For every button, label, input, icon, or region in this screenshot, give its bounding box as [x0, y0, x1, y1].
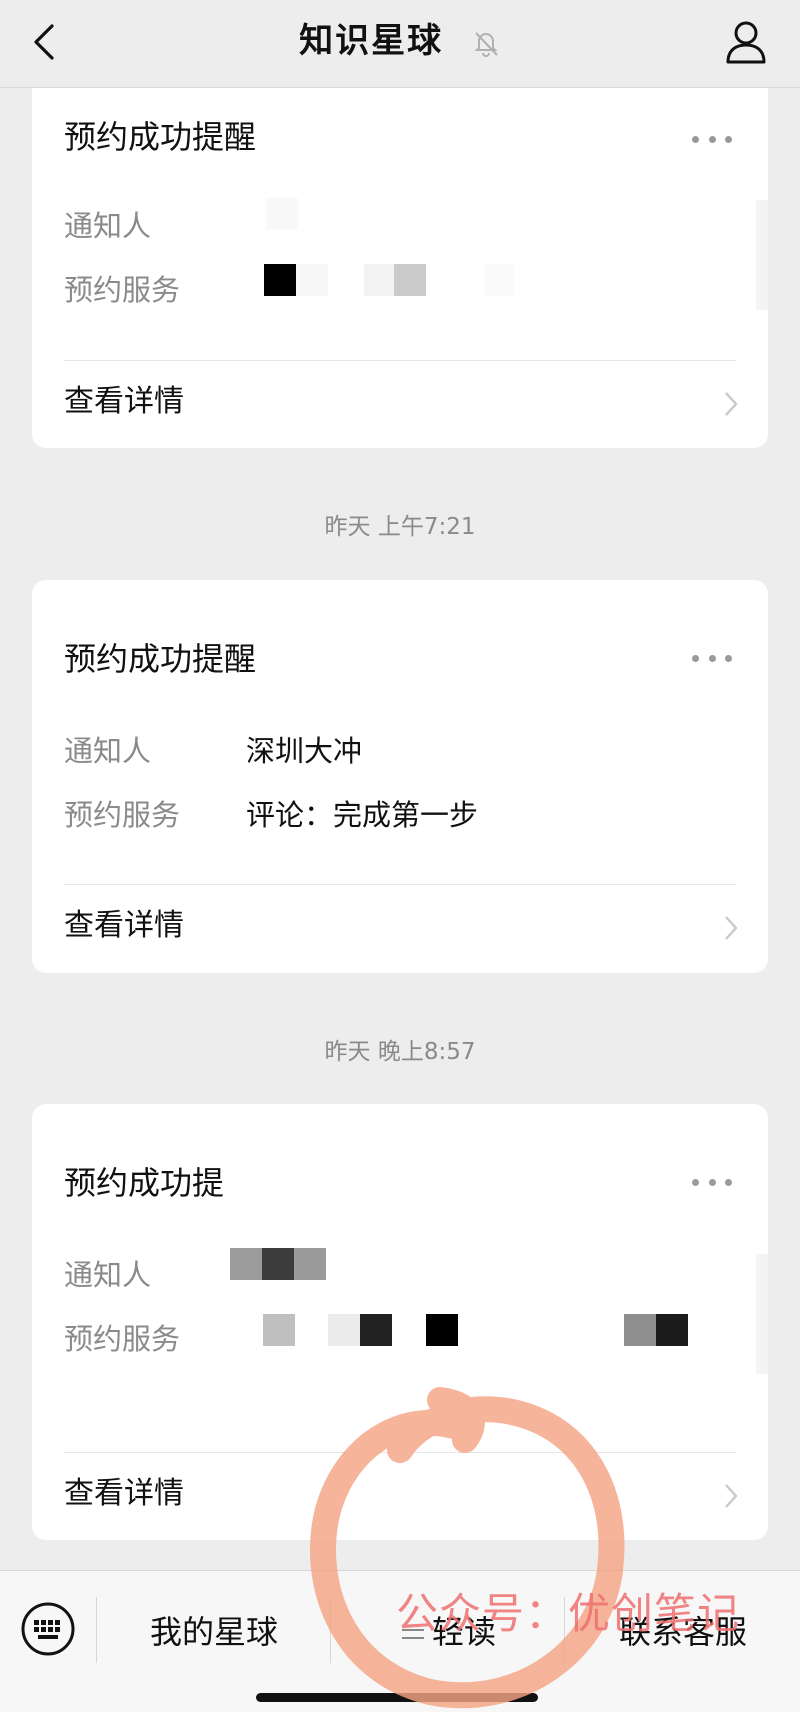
redacted-block — [262, 1248, 294, 1280]
redacted-block — [328, 1314, 360, 1346]
view-details-link[interactable]: 查看详情 — [32, 1452, 768, 1540]
redacted-block — [360, 1314, 392, 1346]
menu-separator — [96, 1597, 97, 1663]
field-label-notify: 通知人 — [64, 1258, 152, 1292]
chevron-right-icon — [725, 392, 738, 416]
view-details-label: 查看详情 — [64, 1476, 184, 1511]
dot — [708, 135, 716, 143]
view-details-link[interactable]: 查看详情 — [32, 884, 768, 972]
nav-header: 知识星球 — [0, 0, 800, 88]
card-title: 预约成功提醒 — [64, 118, 257, 156]
redacted-block — [264, 264, 296, 296]
dot — [725, 135, 732, 143]
redacted-block — [266, 198, 298, 230]
dot — [708, 1178, 716, 1186]
dot — [692, 135, 699, 143]
more-options-button[interactable] — [692, 651, 732, 665]
redacted-block — [426, 1314, 458, 1346]
home-indicator — [256, 1693, 538, 1702]
dot — [692, 654, 699, 662]
redacted-block — [296, 264, 328, 296]
side-handle — [756, 200, 768, 310]
page-title-wrap: 知识星球 — [0, 18, 800, 64]
card-title: 预约成功提 — [64, 1164, 225, 1202]
menu-separator — [564, 1597, 565, 1663]
field-label-service: 预约服务 — [64, 273, 181, 307]
dot — [725, 654, 732, 662]
notification-card-2: 预约成功提醒 通知人 深圳大冲 预约服务 评论：完成第一步 查看详情 — [32, 580, 768, 973]
dot — [692, 1178, 699, 1186]
menu-light-read[interactable]: 轻读 — [332, 1607, 564, 1657]
redacted-block — [624, 1314, 656, 1346]
bottom-menu-bar: 我的星球 轻读 联系客服 — [0, 1570, 800, 1712]
field-value-service: 评论：完成第一步 — [246, 798, 479, 832]
message-timestamp: 昨天 上午7:21 — [324, 514, 476, 540]
dot — [725, 1178, 732, 1186]
redacted-block — [394, 264, 426, 296]
dot — [708, 654, 716, 662]
menu-label: 轻读 — [431, 1613, 496, 1651]
redacted-block — [294, 1248, 326, 1280]
more-options-button[interactable] — [692, 132, 732, 146]
page-title: 知识星球 — [299, 21, 444, 61]
more-options-button[interactable] — [692, 1175, 732, 1189]
keyboard-icon[interactable] — [20, 1601, 76, 1657]
side-handle — [756, 1254, 768, 1374]
view-details-label: 查看详情 — [64, 384, 184, 419]
menu-contact-support[interactable]: 联系客服 — [566, 1607, 800, 1657]
profile-icon[interactable] — [724, 18, 768, 66]
redacted-block — [230, 1248, 262, 1280]
notification-card-3: 预约成功提 通知人 预约服务 查看详情 — [32, 1104, 768, 1540]
redacted-block — [656, 1314, 688, 1346]
menu-label: 联系客服 — [618, 1613, 747, 1651]
mute-bell-icon — [474, 31, 498, 57]
menu-lines-icon — [401, 1629, 424, 1639]
card-title: 预约成功提醒 — [64, 640, 257, 678]
view-details-link[interactable]: 查看详情 — [32, 360, 768, 448]
notification-card-1: 预约成功提醒 通知人 预约服务 查看详情 — [32, 70, 768, 448]
field-label-notify: 通知人 — [64, 734, 152, 768]
menu-my-planet[interactable]: 我的星球 — [98, 1607, 330, 1657]
redacted-block — [484, 264, 514, 296]
field-value-notify: 深圳大冲 — [246, 734, 363, 768]
redacted-block — [364, 264, 394, 296]
chevron-right-icon — [725, 1484, 738, 1508]
field-label-notify: 通知人 — [64, 209, 152, 243]
chevron-right-icon — [725, 916, 738, 940]
redacted-block — [263, 1314, 295, 1346]
menu-label: 我的星球 — [149, 1613, 278, 1651]
field-label-service: 预约服务 — [64, 1322, 181, 1356]
field-label-service: 预约服务 — [64, 798, 181, 832]
message-timestamp: 昨天 晚上8:57 — [324, 1039, 476, 1065]
menu-separator — [330, 1597, 331, 1663]
view-details-label: 查看详情 — [64, 908, 184, 943]
